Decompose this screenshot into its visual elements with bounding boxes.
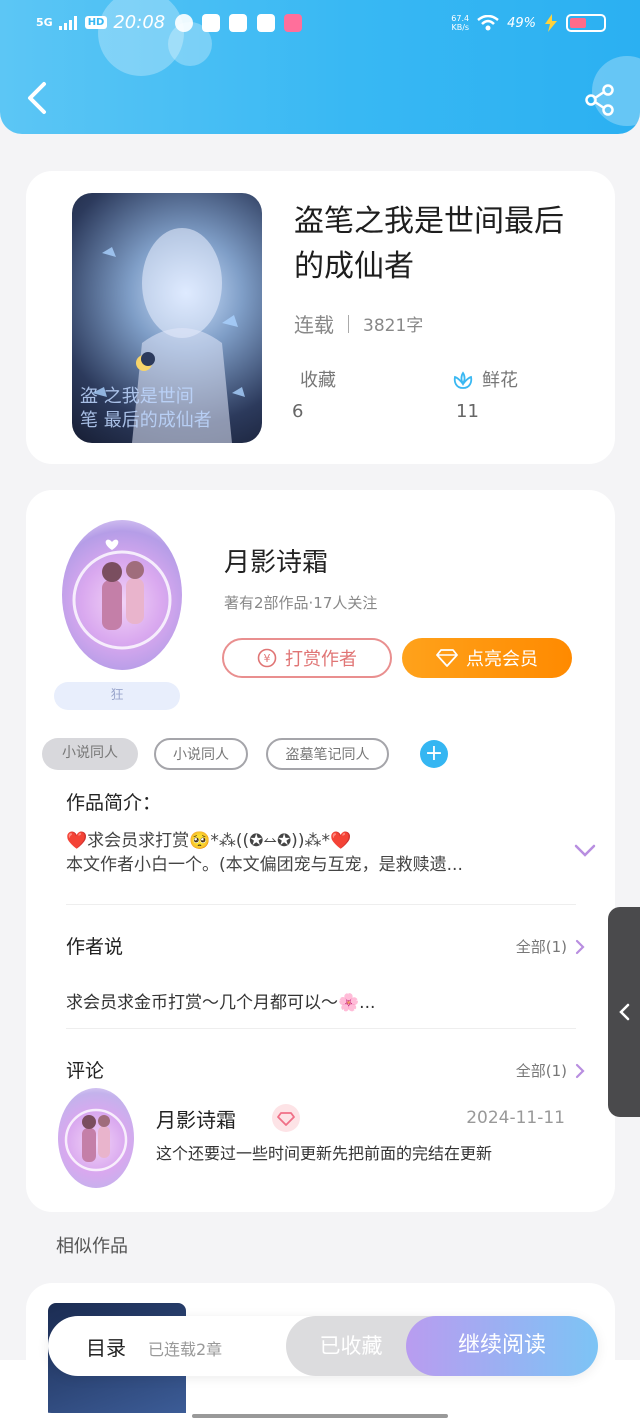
- tip-author-button[interactable]: ¥ 打赏作者: [222, 638, 392, 678]
- book-cover[interactable]: 盗 之我是世间笔 最后的成仙者: [72, 193, 262, 443]
- flower-stat-value: 11: [456, 401, 479, 422]
- book-title: 盗笔之我是世间最后的成仙者: [294, 204, 564, 284]
- comments-view-all-label: 全部(1): [515, 1062, 567, 1080]
- author-note-view-all[interactable]: 全部(1): [516, 936, 585, 957]
- comment-date: 2024-11-11: [466, 1108, 565, 1128]
- book-info-card: 盗 之我是世间笔 最后的成仙者 盗笔之我是世间最后的成仙者 连载 3821字 收…: [26, 171, 615, 464]
- book-meta: 连载 3821字: [294, 309, 423, 338]
- tag-chip[interactable]: 小说同人: [154, 738, 248, 770]
- toc-chapter-count: 已连载2章: [148, 1340, 223, 1359]
- back-icon[interactable]: [22, 80, 52, 116]
- hd-badge: HD: [84, 16, 108, 29]
- author-note-text[interactable]: 求会员求金币打赏～几个月都可以～🌸...: [66, 988, 375, 1013]
- signal-icon: [58, 15, 77, 30]
- intro-label: 作品简介：: [66, 792, 162, 814]
- lala-app-icon: [283, 14, 302, 33]
- divider: [66, 1028, 576, 1029]
- comments-title: 评论: [66, 1060, 105, 1082]
- svg-text:¥: ¥: [264, 652, 271, 665]
- commenter-level-badge: [272, 1104, 300, 1132]
- author-note-title: 作者说: [66, 936, 124, 958]
- notification-icons: [171, 13, 302, 33]
- toc-button[interactable]: 目录: [86, 1332, 126, 1361]
- expand-chevron-icon[interactable]: [574, 844, 596, 858]
- author-name[interactable]: 月影诗霜: [224, 542, 328, 579]
- tag-chip[interactable]: 盗墓笔记同人: [266, 738, 389, 770]
- chevron-right-icon: [575, 939, 585, 954]
- commenter-avatar[interactable]: [58, 1088, 134, 1188]
- status-bar: 5G HD 20:08 67.4 KB/s 49%: [0, 8, 640, 40]
- tip-author-label: 打赏作者: [285, 649, 357, 670]
- network-label: 5G: [36, 16, 53, 29]
- vip-button[interactable]: 点亮会员: [402, 638, 572, 678]
- chevron-left-icon: [619, 1003, 630, 1021]
- author-note-view-all-label: 全部(1): [515, 938, 567, 956]
- intro-line-1: ❤️求会员求打赏🥺*⁂((✪⥎✪))⁂*❤️: [66, 831, 352, 851]
- bottom-action-bar: 目录 已连载2章 已收藏 继续阅读: [48, 1316, 598, 1376]
- meta-divider: [348, 314, 349, 333]
- diamond-icon: [436, 649, 458, 667]
- commenter-avatar-art: [64, 1108, 128, 1172]
- battery-percent: 49%: [507, 15, 536, 31]
- badge-diamond-icon: [277, 1112, 295, 1126]
- telegram-icon: [229, 14, 248, 33]
- author-badge: 狂: [54, 682, 180, 710]
- net-speed-value: 67.4: [451, 14, 470, 23]
- chevron-right-icon: [575, 1063, 585, 1078]
- intro-line-2: 本文作者小白一个。(本文偏团宠与互宠，是救赎遗...: [66, 855, 463, 875]
- battery-fill: [570, 18, 586, 28]
- home-indicator[interactable]: [192, 1414, 448, 1418]
- flower-icon: [453, 371, 473, 389]
- author-avatar[interactable]: [62, 520, 182, 670]
- share-icon[interactable]: [584, 84, 616, 116]
- commenter-name[interactable]: 月影诗霜: [156, 1104, 236, 1133]
- book-status: 连载: [294, 313, 334, 337]
- wifi-icon: [477, 15, 499, 31]
- tag-chip[interactable]: 小说同人: [42, 738, 138, 770]
- app-icon: [202, 14, 221, 33]
- net-speed: 67.4 KB/s: [451, 14, 469, 32]
- collected-label: 已收藏: [319, 1334, 383, 1358]
- battery-icon: [566, 14, 606, 32]
- author-card: 狂 月影诗霜 著有2部作品·17人关注 ¥ 打赏作者 点亮会员 小说同人 小说同…: [26, 490, 615, 1212]
- comment-text[interactable]: 这个还要过一些时间更新先把前面的完结在更新: [156, 1142, 556, 1165]
- add-tag-button[interactable]: +: [420, 740, 448, 768]
- avatar-art: [72, 539, 172, 650]
- author-info: 著有2部作品·17人关注: [224, 594, 378, 612]
- side-drawer-tab[interactable]: [608, 907, 640, 1117]
- collect-stat-label: 收藏: [300, 370, 336, 391]
- flower-stat[interactable]: 鲜花: [452, 366, 518, 392]
- comments-view-all[interactable]: 全部(1): [516, 1060, 585, 1081]
- wechat-icon: [175, 14, 194, 33]
- clock: 20:08: [113, 12, 166, 33]
- net-speed-unit: KB/s: [451, 23, 470, 32]
- flower-stat-label: 鲜花: [482, 370, 518, 391]
- word-count: 3821字: [363, 316, 424, 336]
- charging-icon: [545, 14, 557, 32]
- collect-stat-value: 6: [292, 401, 304, 422]
- similar-works-title: 相似作品: [56, 1236, 128, 1257]
- continue-reading-button[interactable]: 继续阅读: [406, 1316, 598, 1376]
- header: 5G HD 20:08 67.4 KB/s 49%: [0, 0, 640, 134]
- yen-icon: ¥: [257, 648, 277, 668]
- k-app-icon: [256, 14, 275, 33]
- cover-art-lettering: 盗 之我是世间笔 最后的成仙者: [80, 386, 212, 431]
- vip-label: 点亮会员: [466, 649, 538, 670]
- divider: [66, 904, 576, 905]
